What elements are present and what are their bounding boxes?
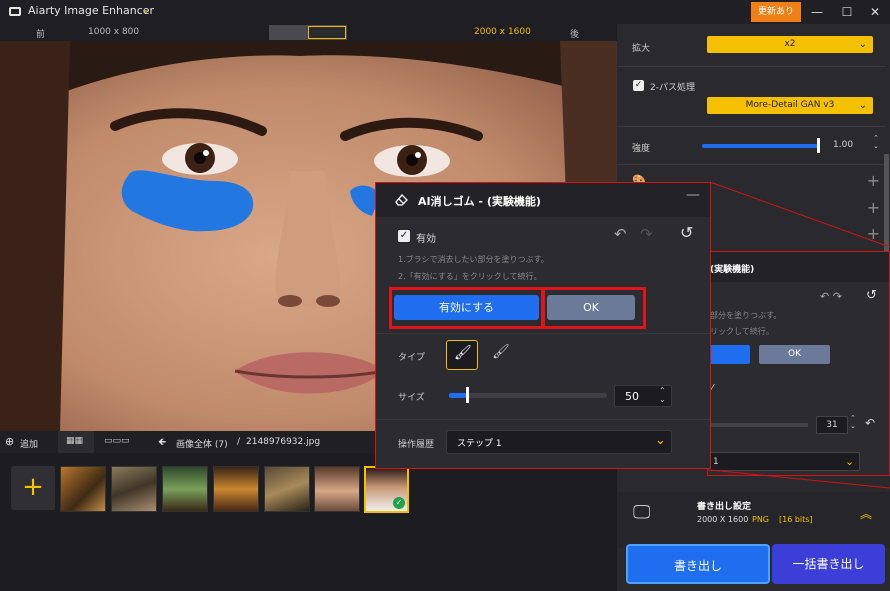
export-settings-icon: 🖵 xyxy=(633,502,651,523)
scale-label: 拡大 xyxy=(632,44,651,54)
divider xyxy=(617,66,885,67)
undo-icon[interactable]: ↶ xyxy=(614,225,627,243)
twopass-label: 2-パス処理 xyxy=(650,83,695,93)
batch-export-button[interactable]: 一括書き出し xyxy=(772,544,885,584)
divider xyxy=(617,164,885,165)
after-resolution: 2000 x 1600 xyxy=(474,27,531,37)
enable-label: 有効 xyxy=(416,234,436,245)
maximize-button[interactable]: ☐ xyxy=(836,2,858,22)
size-value: 50 xyxy=(625,390,639,403)
reset-icon[interactable]: ↺ xyxy=(680,223,693,242)
export-bits: [16 bits] xyxy=(779,515,813,524)
export-settings[interactable]: 🖵 書き出し設定 2000 X 1600 PNG [16 bits] ︽ xyxy=(617,492,890,548)
add-circle-icon[interactable]: ⊕ xyxy=(5,435,14,448)
apply-button[interactable]: 有効にする xyxy=(394,295,539,320)
brush-plus-icon: 🖌 xyxy=(454,345,472,361)
side-by-side-button[interactable] xyxy=(308,26,346,39)
model-select[interactable]: More-Detail GAN v3 ⌄ xyxy=(707,97,873,114)
close-button[interactable]: ✕ xyxy=(864,2,886,22)
breadcrumb-filename: 2148976932.jpg xyxy=(246,437,321,447)
back-arrow-icon[interactable]: 🡸 xyxy=(158,435,166,452)
strip-view-icon[interactable]: ▭▭▭ xyxy=(104,436,130,446)
collapse-icon[interactable]: — xyxy=(686,187,700,203)
strength-slider-thumb[interactable] xyxy=(817,138,820,153)
export-format: PNG xyxy=(752,515,770,524)
scale-select[interactable]: x2 ⌄ xyxy=(707,36,873,53)
breadcrumb-all-images[interactable]: 画像全体 (7) xyxy=(176,437,228,450)
stepper-icon[interactable]: ⌃ ⌄ xyxy=(873,134,879,150)
thumbnail-forest[interactable] xyxy=(162,466,208,512)
export-button[interactable]: 書き出し xyxy=(626,544,770,584)
minimize-button[interactable]: — xyxy=(806,2,828,22)
chevron-down-icon[interactable]: ⌄ xyxy=(142,5,150,16)
size-input[interactable]: 50 ⌃ ⌄ xyxy=(614,385,672,407)
add-button[interactable]: 追加 xyxy=(20,437,38,450)
scale-value: x2 xyxy=(784,39,796,49)
model-value: More-Detail GAN v3 xyxy=(745,100,835,110)
strength-slider[interactable] xyxy=(702,144,818,148)
brush-add-button[interactable]: 🖌 xyxy=(446,340,478,370)
expand-up-icon[interactable]: ︽ xyxy=(860,505,872,522)
app-logo-icon xyxy=(9,7,21,16)
before-resolution: 1000 x 800 xyxy=(88,27,140,37)
check-badge-icon: ✓ xyxy=(393,497,405,509)
strength-value: 1.00 xyxy=(833,140,854,150)
divider xyxy=(376,419,710,420)
divider xyxy=(617,126,885,127)
history-label: 操作履歴 xyxy=(398,440,435,450)
chevron-down-icon: ⌄ xyxy=(655,433,666,448)
stepper-icon[interactable]: ⌃ ⌄ xyxy=(659,386,666,404)
strength-label: 強度 xyxy=(632,144,651,154)
twopass-checkbox[interactable]: ✓ xyxy=(633,80,644,91)
dialog-header: AI消しゴム - (実験機能) — xyxy=(376,183,710,217)
enable-checkbox[interactable]: ✓ xyxy=(398,230,410,242)
split-view-button[interactable] xyxy=(270,26,308,39)
thumbnail-woman2-selected[interactable]: ✓ xyxy=(364,466,409,513)
view-mode-toggle[interactable] xyxy=(269,25,347,40)
divider xyxy=(376,333,710,334)
hint-step1: 1.ブラシで消去したい部分を塗りつぶす。 xyxy=(398,255,549,264)
zoom-connector-lines xyxy=(709,181,890,489)
eraser-icon xyxy=(395,194,408,206)
chevron-down-icon: ⌄ xyxy=(858,100,867,111)
size-slider-thumb[interactable] xyxy=(466,387,469,403)
thumbnail-woman1[interactable] xyxy=(314,466,360,512)
chevron-down-icon: ⌄ xyxy=(858,39,867,50)
thumbnail-owl[interactable] xyxy=(111,466,157,512)
size-slider[interactable] xyxy=(449,393,607,398)
update-button[interactable]: 更新あり xyxy=(751,2,801,22)
ai-eraser-dialog: AI消しゴム - (実験機能) — ✓ 有効 ↶ ↷ ↺ 1.ブラシで消去したい… xyxy=(375,182,711,469)
redo-icon[interactable]: ↷ xyxy=(640,225,653,243)
history-value: ステップ 1 xyxy=(457,439,502,449)
thumbnail-tiger[interactable] xyxy=(60,466,106,512)
brush-minus-icon[interactable]: 🖌 xyxy=(492,344,510,360)
grid-icon: ▦▦ xyxy=(66,436,84,446)
export-resolution: 2000 X 1600 xyxy=(697,515,749,524)
before-label: 前 xyxy=(36,30,46,40)
hint-step2: 2.「有効にする」をクリックして続行。 xyxy=(398,272,542,281)
size-label: サイズ xyxy=(398,393,425,403)
thumbnail-burger[interactable] xyxy=(213,466,259,512)
breadcrumb-separator: / xyxy=(237,437,241,447)
thumbnail-creature[interactable] xyxy=(264,466,310,512)
after-label: 後 xyxy=(570,30,580,40)
type-label: タイプ xyxy=(398,353,426,363)
title-bar: Aiarty Image Enhancer ⌄ 更新あり — ☐ ✕ xyxy=(0,0,890,24)
history-select[interactable]: ステップ 1 ⌄ xyxy=(446,430,672,454)
dialog-title: AI消しゴム - (実験機能) xyxy=(418,195,541,208)
export-settings-title: 書き出し設定 xyxy=(697,502,752,512)
app-title: Aiarty Image Enhancer xyxy=(28,4,155,17)
ok-button[interactable]: OK xyxy=(547,295,635,320)
add-image-button[interactable]: + xyxy=(11,466,55,510)
